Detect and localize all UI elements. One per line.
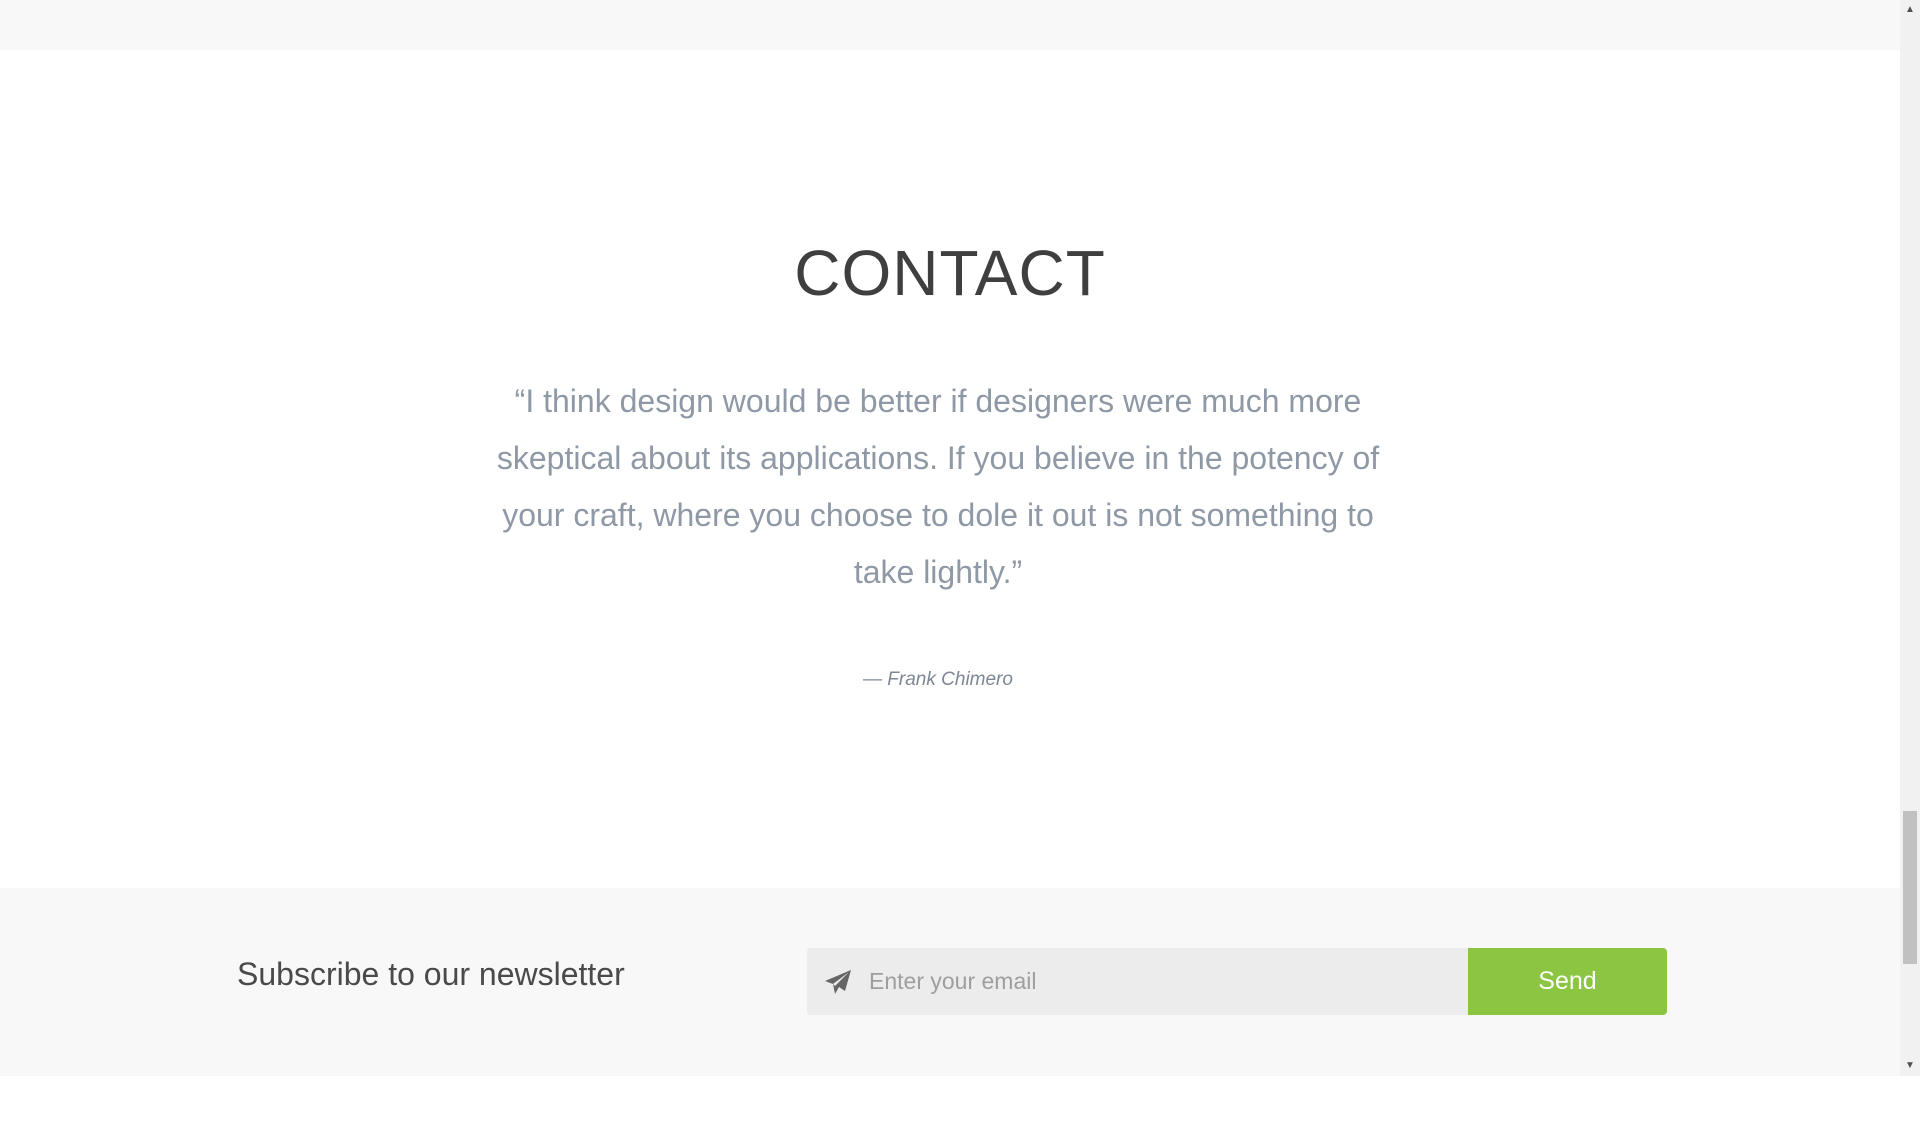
vertical-scrollbar[interactable]: ▲ ▼ bbox=[1900, 0, 1920, 1076]
email-field-wrapper bbox=[807, 948, 1468, 1015]
page-bottom bbox=[0, 1076, 1900, 1132]
newsletter-form: Send bbox=[807, 948, 1667, 1015]
scrollbar-thumb[interactable] bbox=[1903, 811, 1917, 964]
newsletter-section: Subscribe to our newsletter Send bbox=[0, 888, 1900, 1076]
email-input[interactable] bbox=[869, 948, 1459, 1015]
window-bottom-edge bbox=[1900, 1076, 1920, 1132]
page: CONTACT “I think design would be better … bbox=[0, 0, 1900, 1132]
newsletter-heading: Subscribe to our newsletter bbox=[237, 956, 625, 992]
contact-section: CONTACT “I think design would be better … bbox=[0, 50, 1900, 888]
scroll-up-arrow-icon[interactable]: ▲ bbox=[1900, 0, 1920, 20]
previous-section-edge bbox=[0, 0, 1900, 50]
contact-heading: CONTACT bbox=[794, 237, 1106, 309]
scroll-down-arrow-icon[interactable]: ▼ bbox=[1900, 1056, 1920, 1076]
send-button[interactable]: Send bbox=[1468, 948, 1667, 1015]
testimonial-quote: “I think design would be better if desig… bbox=[496, 383, 1380, 590]
quote-author: — Frank Chimero bbox=[863, 669, 1013, 690]
paper-plane-icon bbox=[825, 970, 851, 994]
